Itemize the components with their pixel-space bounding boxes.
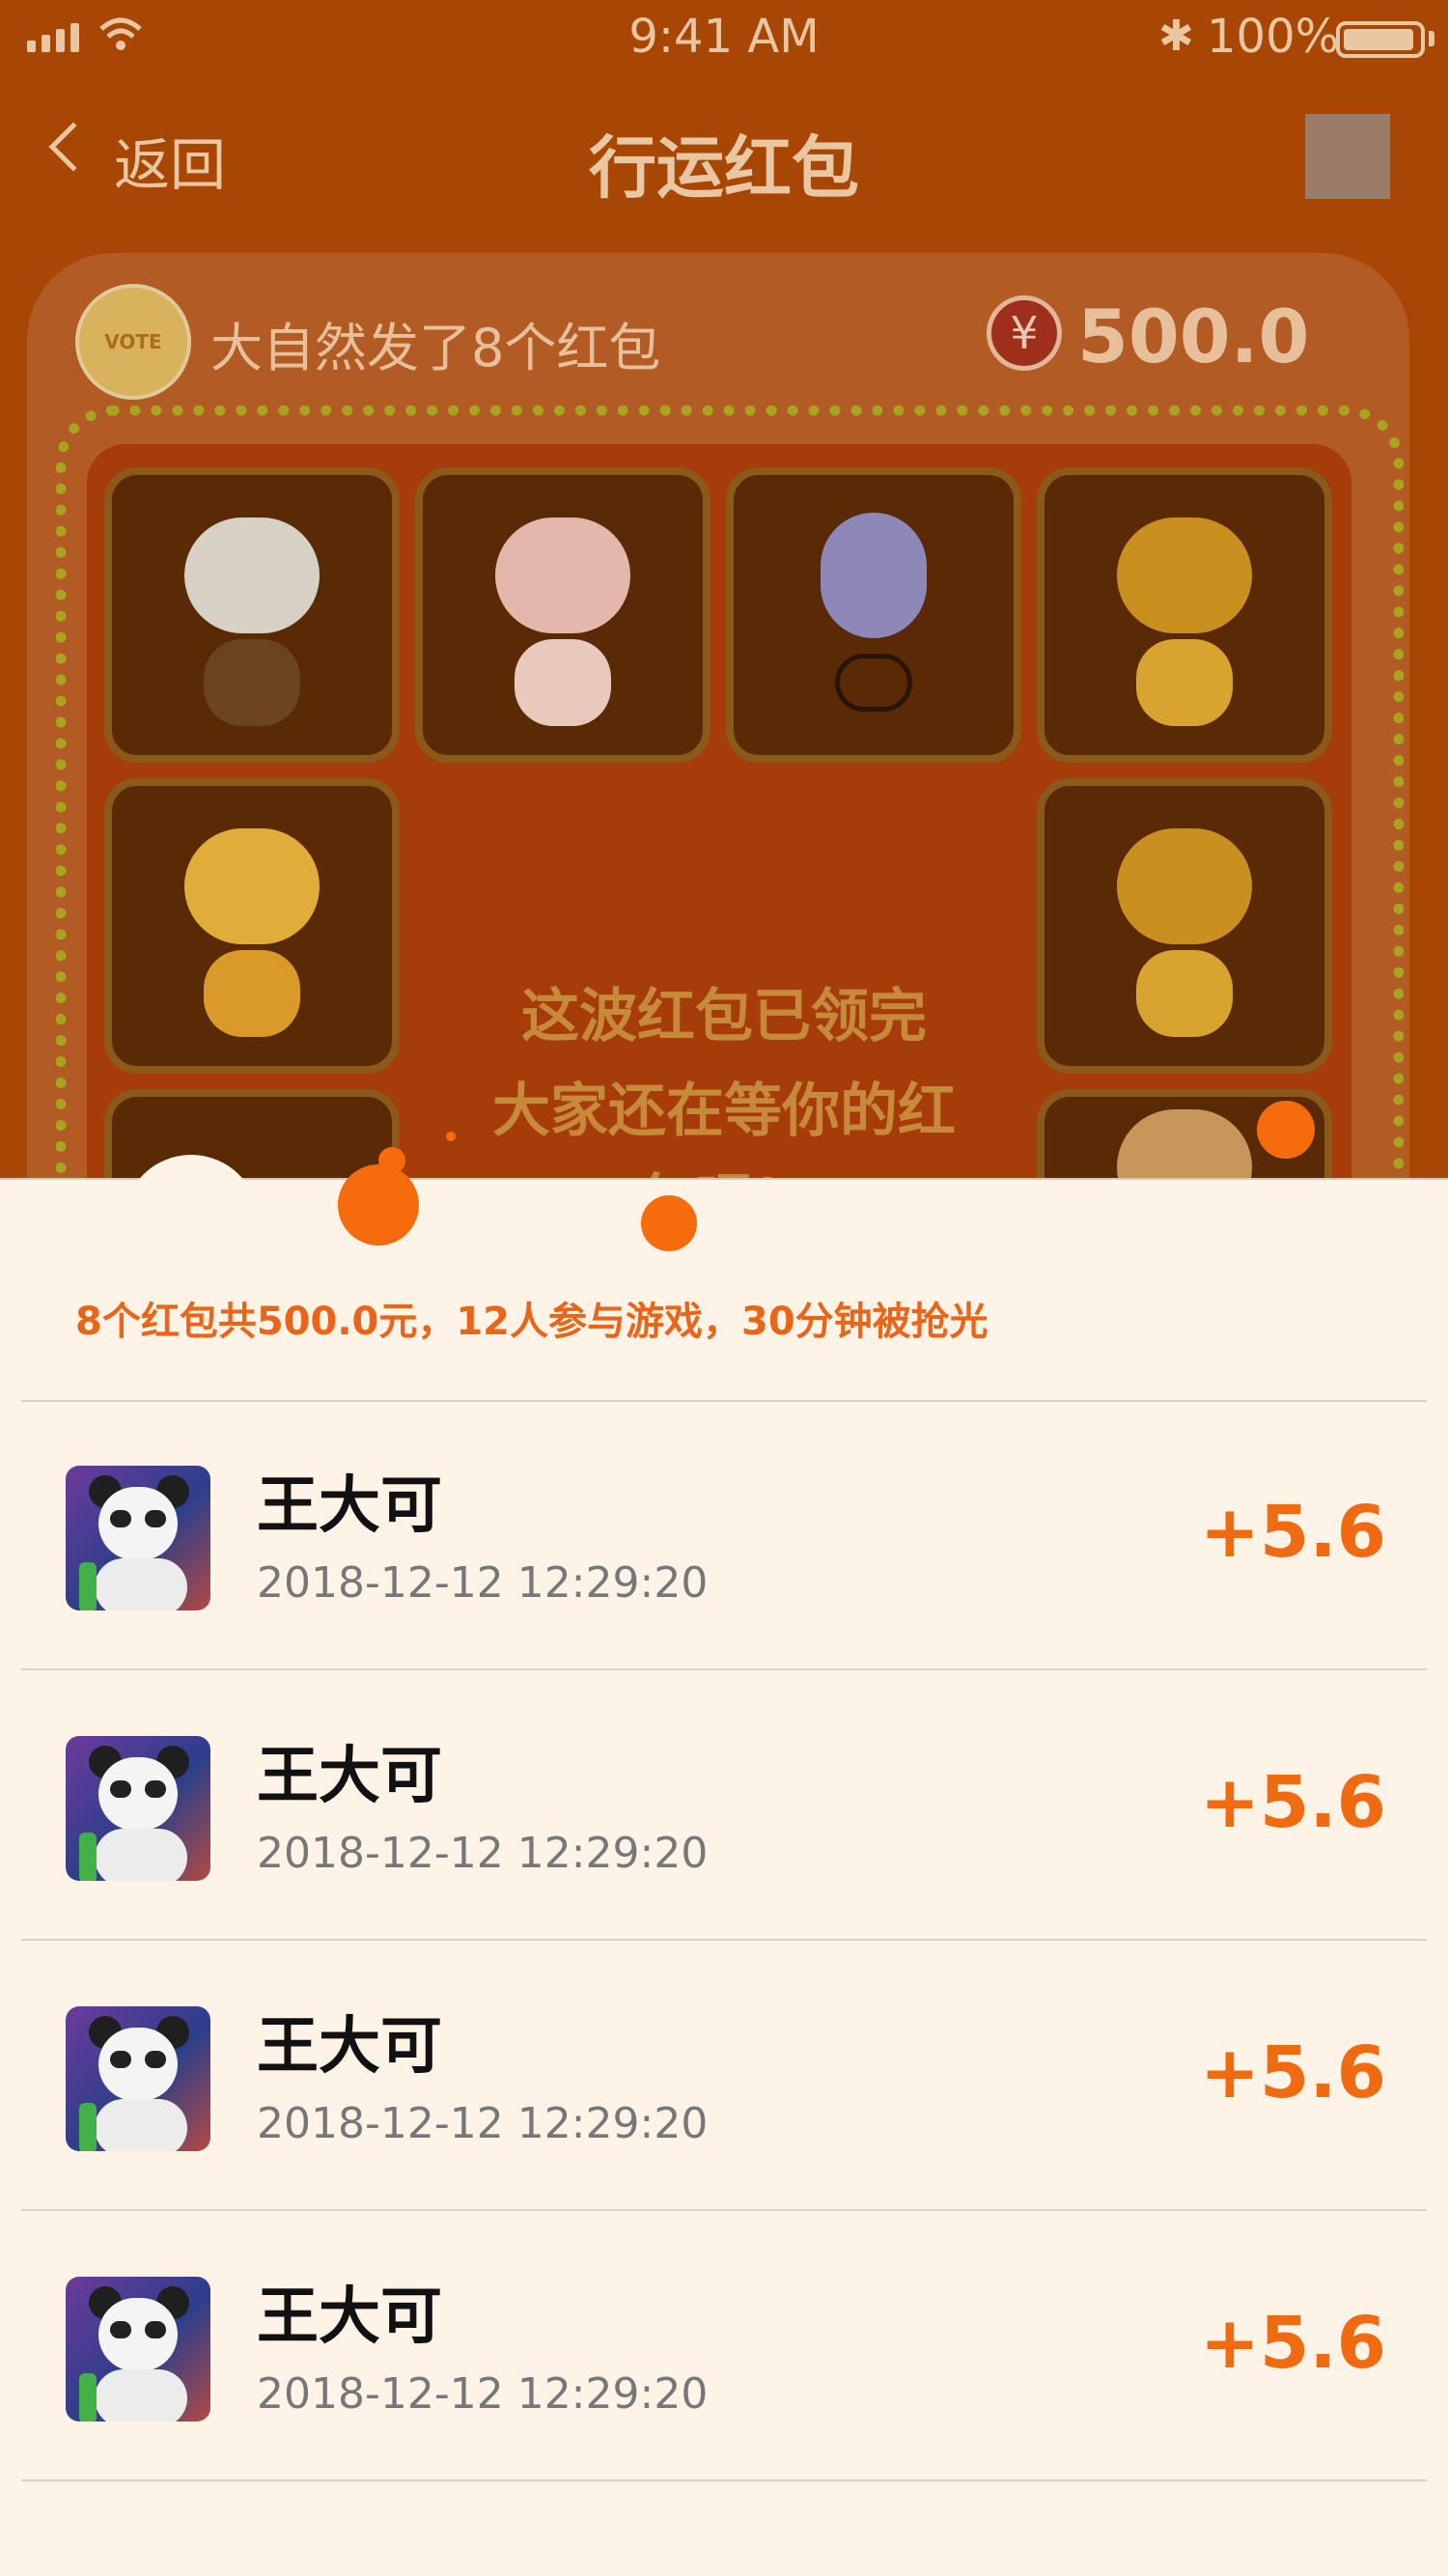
divider — [21, 1668, 1427, 1670]
pig-icon — [495, 518, 630, 634]
tile-snake[interactable] — [726, 467, 1021, 763]
summary-text: 8个红包共500.0元，12人参与游戏，30分钟被抢光 — [75, 1300, 989, 1344]
finished-message-line1: 这波红包已领完 — [521, 983, 927, 1050]
record-time: 2018-12-12 12:29:20 — [257, 2369, 709, 2419]
snake-tail — [835, 653, 912, 712]
tile-monkey[interactable] — [104, 467, 400, 763]
monkey-icon — [184, 518, 320, 634]
page-title: 行运红包 — [589, 128, 859, 208]
host-avatar: VOTE — [75, 284, 191, 400]
tiger-icon — [184, 828, 320, 945]
record-amount: +5.6 — [1199, 2031, 1386, 2114]
panda-avatar[interactable] — [66, 2277, 210, 2422]
record-amount: +5.6 — [1199, 1761, 1386, 1844]
horse-body — [1136, 638, 1233, 726]
finished-message-line2: 大家还在等你的红 — [492, 1078, 956, 1145]
divider — [21, 1939, 1427, 1941]
red-packet-screen: 9:41 AM ✱ 100% 返回 行运红包 VOTE 大自然发了8个红包 ¥ … — [0, 0, 1448, 2576]
tile-horse[interactable] — [1037, 467, 1332, 763]
menu-square-button[interactable] — [1305, 114, 1390, 199]
battery-percent: 100% — [1207, 10, 1340, 64]
record-time: 2018-12-12 12:29:20 — [257, 1558, 709, 1608]
battery-tip — [1429, 31, 1434, 46]
confetti-dot — [1257, 1101, 1315, 1159]
record-name: 王大可 — [257, 1470, 442, 1542]
snake-icon — [821, 513, 927, 639]
yuan-coin-icon: ¥ — [987, 295, 1062, 371]
pig-body — [515, 638, 611, 726]
horse-icon — [1117, 828, 1252, 945]
panda-avatar[interactable] — [66, 1736, 210, 1881]
confetti-dot — [446, 1132, 456, 1141]
record-name: 王大可 — [257, 2282, 442, 2353]
divider — [21, 1400, 1427, 1402]
divider — [21, 2479, 1427, 2481]
record-amount: +5.6 — [1199, 1491, 1386, 1574]
battery-icon — [1336, 21, 1425, 58]
confetti-dot — [338, 1164, 419, 1246]
record-time: 2018-12-12 12:29:20 — [257, 1829, 709, 1878]
tile-pig[interactable] — [415, 467, 710, 763]
monkey-body — [204, 638, 300, 726]
record-amount: +5.6 — [1199, 2302, 1386, 2385]
divider — [21, 2209, 1427, 2211]
horse-icon — [1117, 518, 1252, 634]
panda-avatar[interactable] — [66, 1466, 210, 1610]
confetti-dot — [641, 1195, 697, 1251]
record-name: 王大可 — [257, 1741, 442, 1812]
bluetooth-icon: ✱ — [1158, 12, 1194, 61]
status-bar: 9:41 AM ✱ 100% — [0, 0, 1448, 85]
packet-total-amount: 500.0 — [1077, 294, 1310, 379]
record-time: 2018-12-12 12:29:20 — [257, 2099, 709, 2148]
panda-avatar[interactable] — [66, 2006, 210, 2151]
host-description: 大自然发了8个红包 — [210, 318, 661, 378]
confetti-dot — [378, 1147, 405, 1174]
record-name: 王大可 — [257, 2011, 442, 2083]
